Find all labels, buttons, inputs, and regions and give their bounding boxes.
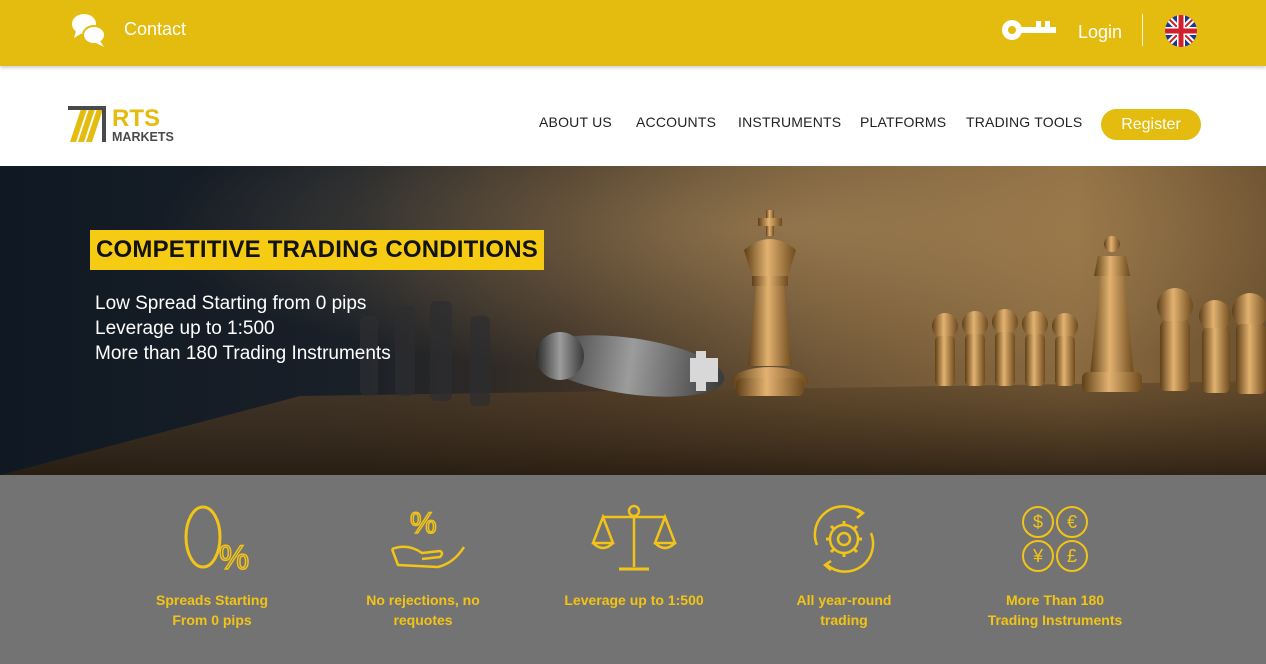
feature-label: Spreads Starting From 0 pips (155, 592, 269, 628)
svg-text:£: £ (1067, 546, 1077, 566)
language-selector[interactable] (1165, 15, 1197, 47)
percent-hand-icon: % (378, 503, 468, 575)
feature-label: All year-round trading (796, 592, 892, 628)
hero-line-spread: Low Spread Starting from 0 pips (95, 293, 367, 314)
register-button[interactable]: Register (1101, 109, 1201, 140)
feature-spreads: % Spreads Starting From 0 pips (112, 475, 312, 664)
nav-item-about-us[interactable]: ABOUT US (539, 114, 612, 130)
currencies-icon: $ € ¥ £ (1010, 503, 1100, 575)
svg-text:%: % (410, 507, 437, 540)
hero-line-instruments: More than 180 Trading Instruments (95, 343, 391, 364)
divider (1142, 14, 1143, 46)
feature-label: More Than 180 Trading Instruments (987, 592, 1123, 628)
nav-item-instruments[interactable]: INSTRUMENTS (738, 114, 841, 130)
features-strip: % Spreads Starting From 0 pips % No reje… (0, 475, 1266, 664)
uk-flag-icon (1165, 15, 1197, 47)
feature-no-requotes: % No rejections, no requotes (323, 475, 523, 664)
logo-brand: RTS (112, 105, 160, 132)
nav-item-accounts[interactable]: ACCOUNTS (636, 114, 716, 130)
feature-year-round: All year-round trading (744, 475, 944, 664)
login-label: Login (1078, 21, 1123, 42)
chat-bubbles-icon (70, 11, 108, 54)
rts-markets-logo[interactable]: RTS MARKETS (68, 104, 192, 144)
main-navbar: RTS MARKETS ABOUT US ACCOUNTS INSTRUMENT… (0, 66, 1266, 166)
hero-title: COMPETITIVE TRADING CONDITIONS (90, 230, 545, 270)
key-icon (1000, 17, 1058, 48)
svg-text:%: % (219, 539, 249, 575)
feature-label: No rejections, no requotes (366, 592, 480, 628)
login-link[interactable]: Login (1000, 14, 1122, 50)
hero-line-leverage: Leverage up to 1:500 (95, 318, 275, 339)
feature-instruments: $ € ¥ £ More Than 180 Trading Instruments (955, 475, 1155, 664)
svg-text:$: $ (1033, 512, 1043, 532)
svg-text:¥: ¥ (1032, 546, 1044, 566)
feature-label: Leverage up to 1:500 (564, 592, 704, 608)
contact-label: Contact (124, 18, 187, 39)
top-bar: Contact Login (0, 0, 1266, 66)
scales-icon (589, 503, 679, 575)
gear-cycle-icon (799, 503, 889, 575)
zero-percent-icon: % (167, 503, 257, 578)
logo-sub: MARKETS (112, 130, 174, 144)
hero-banner: COMPETITIVE TRADING CONDITIONS Low Sprea… (0, 166, 1266, 475)
svg-text:€: € (1067, 512, 1077, 532)
nav-item-trading-tools[interactable]: TRADING TOOLS (966, 114, 1082, 130)
contact-link[interactable]: Contact (70, 12, 186, 52)
feature-leverage: Leverage up to 1:500 (534, 475, 734, 664)
nav-item-platforms[interactable]: PLATFORMS (860, 114, 946, 130)
